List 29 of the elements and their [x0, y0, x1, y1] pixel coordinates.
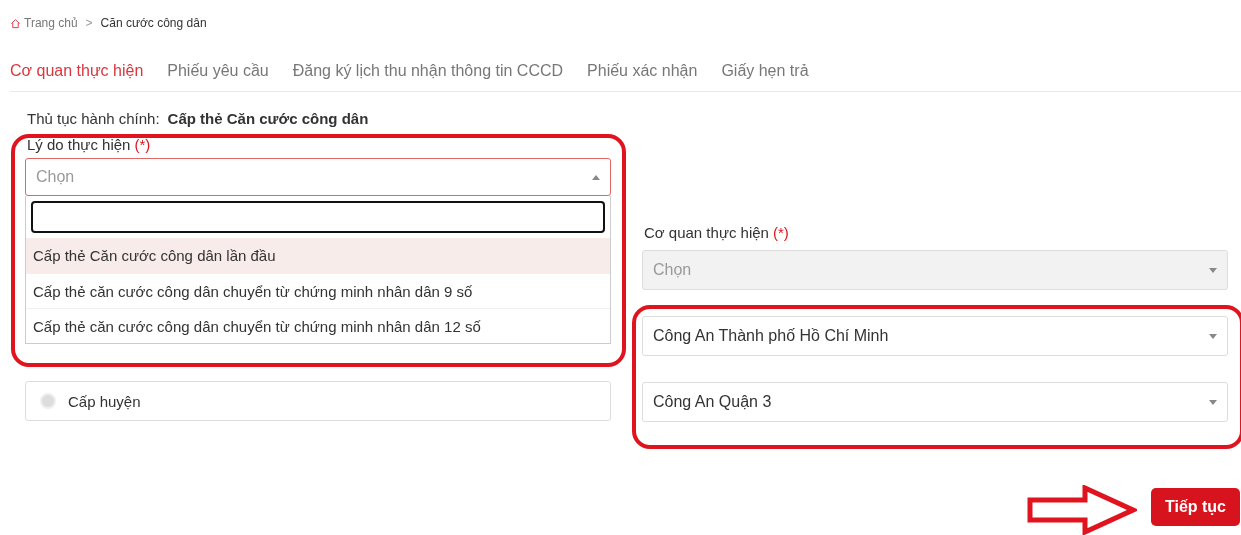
required-mark: (*) [772, 224, 789, 241]
required-mark: (*) [134, 136, 151, 153]
breadcrumb-current: Căn cước công dân [100, 16, 207, 30]
breadcrumb-link[interactable]: Trang chủ [24, 16, 78, 30]
caret-icon [592, 175, 600, 180]
field-label: Lý do thực hiện [27, 136, 131, 153]
agency-select[interactable]: Công An Thành phố Hồ Chí Minh [642, 316, 1228, 356]
caret-icon [1209, 334, 1217, 339]
procedure-value: Cấp thẻ Căn cước công dân [167, 110, 369, 128]
search-field[interactable] [31, 201, 605, 233]
tab[interactable]: Giấy hẹn trả [721, 62, 809, 80]
tab[interactable]: Cơ quan thực hiện [10, 62, 144, 80]
radio-label: Cấp huyện [68, 392, 141, 410]
dropdown-option[interactable]: Cấp thẻ Căn cước công dân lần đầu [26, 238, 610, 273]
tab[interactable]: Phiếu yêu cầu [167, 62, 269, 80]
next-button[interactable]: Tiếp tục [1150, 488, 1240, 526]
caret-icon [1209, 268, 1217, 273]
tab[interactable]: Đăng ký lịch thu nhận thông tin CCCD [292, 62, 564, 80]
radio-button[interactable] [40, 393, 56, 409]
tab[interactable]: Phiếu xác nhận [587, 62, 698, 80]
caret-icon [1209, 400, 1217, 405]
agency-select[interactable]: Công An Quận 3 [642, 382, 1228, 422]
dropdown-option[interactable]: Cấp thẻ căn cước công dân chuyển từ chứng minh nhân dân 9 số [26, 273, 610, 308]
reason-select[interactable]: Chọn [25, 158, 611, 196]
home-icon [10, 17, 21, 29]
field-label: Cơ quan thực hiện [644, 224, 769, 241]
procedure-label: Thủ tục hành chính: [27, 110, 160, 128]
breadcrumb-separator: > [85, 16, 93, 30]
dropdown-option[interactable]: Cấp thẻ căn cước công dân chuyển từ chứng minh nhân dân 12 số [26, 308, 610, 343]
